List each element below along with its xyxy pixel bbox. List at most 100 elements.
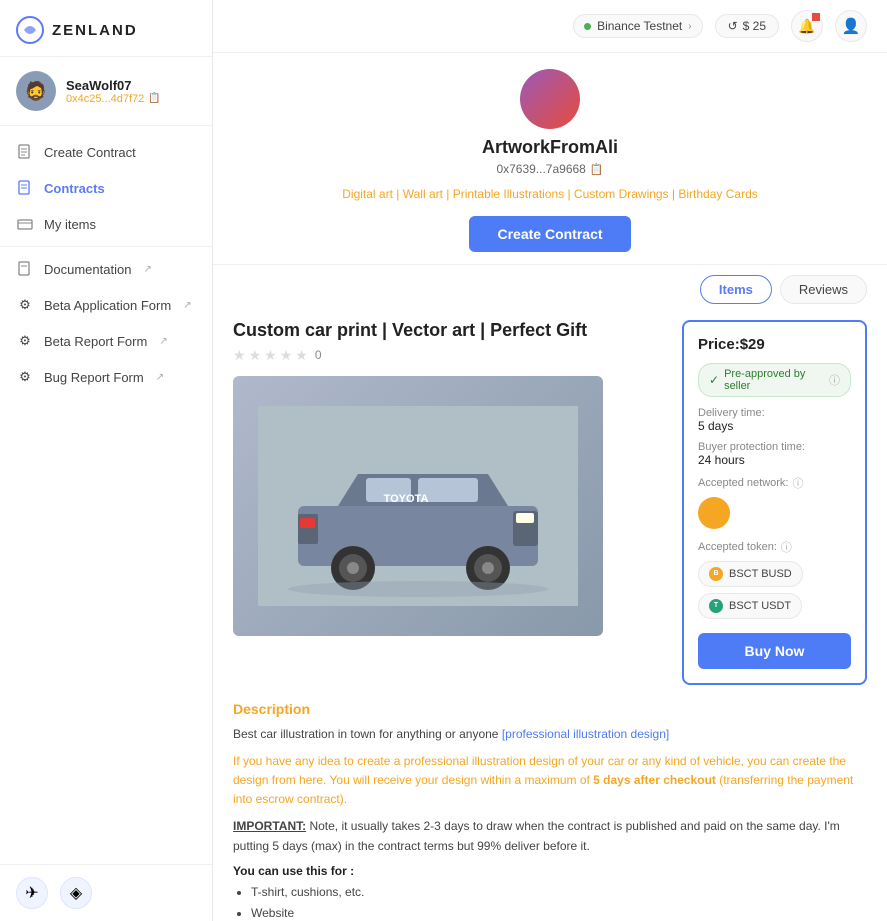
sidebar-item-label: Documentation [44, 262, 131, 277]
star-rating: ★ ★ ★ ★ ★ 0 [233, 347, 662, 364]
token-busd-chip[interactable]: B BSCT BUSD [698, 561, 803, 587]
telegram-icon-btn[interactable]: ✈ [16, 877, 48, 909]
item-title: Custom car print | Vector art | Perfect … [233, 320, 662, 341]
avatar: 🧔 [16, 71, 56, 111]
topbar: Binance Testnet › ↺ $ 25 🔔 👤 [213, 0, 887, 53]
sidebar-item-beta-report[interactable]: ⚙ Beta Report Form ↗ [0, 323, 212, 359]
profile-name: ArtworkFromAli [482, 137, 618, 158]
sidebar-item-beta-application[interactable]: ⚙ Beta Application Form ↗ [0, 287, 212, 323]
token-usdt-label: BSCT USDT [729, 600, 791, 612]
sidebar-item-contracts[interactable]: Contracts [0, 170, 212, 206]
logo: ZENLAND [0, 0, 212, 57]
logo-text: ZENLAND [52, 22, 138, 39]
network-section-label: Accepted network: ⓘ [698, 475, 851, 491]
desc-link1[interactable]: [professional illustration design] [502, 727, 669, 741]
star-2: ★ [249, 347, 262, 364]
list-item: T-shirt, cushions, etc. [251, 882, 867, 904]
external-link-icon: ↗ [143, 264, 151, 275]
delivery-value: 5 days [698, 419, 851, 433]
info-icon[interactable]: ⓘ [829, 372, 840, 388]
external-link-icon: ↗ [156, 372, 164, 383]
network-info-icon[interactable]: ⓘ [793, 475, 804, 491]
buyer-protection-label: Buyer protection time: [698, 441, 851, 453]
token-info-icon[interactable]: ⓘ [781, 539, 792, 555]
network-name: Binance Testnet [597, 19, 682, 33]
gear-icon: ⚙ [16, 296, 34, 314]
balance-amount: $ 25 [743, 19, 766, 33]
tab-reviews[interactable]: Reviews [780, 275, 867, 304]
busd-icon: B [709, 567, 723, 581]
notifications-button[interactable]: 🔔 [791, 10, 823, 42]
docs-icon [16, 260, 34, 278]
profile-address: 0x7639...7a9668 📋 [496, 162, 603, 176]
svg-text:TOYOTA: TOYOTA [384, 493, 429, 505]
preapproved-text: Pre-approved by seller [724, 368, 822, 392]
sidebar-item-my-items[interactable]: My items [0, 206, 212, 242]
preapproved-badge: ✓ Pre-approved by seller ⓘ [698, 363, 851, 397]
description-text2: If you have any idea to create a profess… [233, 752, 867, 810]
sidebar-item-bug-report[interactable]: ⚙ Bug Report Form ↗ [0, 359, 212, 395]
create-contract-button[interactable]: Create Contract [469, 216, 630, 252]
profile-avatar [520, 69, 580, 129]
price-label: Price:$29 [698, 336, 851, 353]
my-items-icon [16, 215, 34, 233]
description-title: Description [233, 701, 867, 717]
price-panel: Price:$29 ✓ Pre-approved by seller ⓘ Del… [682, 320, 867, 685]
user-address: 0x4c25...4d7f72 📋 [66, 93, 161, 105]
important-label: IMPORTANT: [233, 819, 306, 833]
network-badge[interactable]: Binance Testnet › [573, 14, 703, 38]
sidebar-item-label: My items [44, 217, 96, 232]
sidebar-item-create-contract[interactable]: Create Contract [0, 134, 212, 170]
buyer-protection-value: 24 hours [698, 453, 851, 467]
external-link-icon: ↗ [159, 336, 167, 347]
nav-divider [0, 246, 212, 247]
star-1: ★ [233, 347, 246, 364]
token-section-label: Accepted token: ⓘ [698, 539, 851, 555]
item-image: TOYOTA [233, 376, 603, 636]
sidebar-item-label: Beta Application Form [44, 298, 171, 313]
sidebar-item-label: Contracts [44, 181, 105, 196]
user-section: 🧔 SeaWolf07 0x4c25...4d7f72 📋 [0, 57, 212, 126]
use-for-title: You can use this for : [233, 864, 867, 878]
car-illustration: TOYOTA [258, 406, 578, 606]
description-important: IMPORTANT: Note, it usually takes 2-3 da… [233, 817, 867, 855]
token-usdt-chip[interactable]: T BSCT USDT [698, 593, 802, 619]
use-list: T-shirt, cushions, etc. Website Wall art… [233, 882, 867, 921]
check-icon: ✓ [709, 373, 719, 387]
sidebar: ZENLAND 🧔 SeaWolf07 0x4c25...4d7f72 📋 Cr… [0, 0, 213, 921]
sidebar-bottom: ✈ ◈ [0, 864, 212, 921]
list-item: Website [251, 903, 867, 921]
logo-icon [16, 16, 44, 44]
sidebar-item-label: Beta Report Form [44, 334, 147, 349]
account-button[interactable]: 👤 [835, 10, 867, 42]
profile-header: ArtworkFromAli 0x7639...7a9668 📋 Digital… [213, 53, 887, 265]
document-icon [16, 143, 34, 161]
item-right: Price:$29 ✓ Pre-approved by seller ⓘ Del… [682, 320, 867, 685]
token-busd-label: BSCT BUSD [729, 568, 792, 580]
item-section: Custom car print | Vector art | Perfect … [213, 304, 887, 701]
gear-icon-3: ⚙ [16, 368, 34, 386]
item-left: Custom car print | Vector art | Perfect … [233, 320, 662, 636]
buy-now-button[interactable]: Buy Now [698, 633, 851, 669]
external-link-icon: ↗ [183, 300, 191, 311]
tabs-row: Items Reviews [213, 265, 887, 304]
tab-items[interactable]: Items [700, 275, 772, 304]
delivery-row: Delivery time: 5 days [698, 407, 851, 433]
sidebar-item-label: Bug Report Form [44, 370, 144, 385]
nav-section: Create Contract Contracts My items Docum… [0, 126, 212, 864]
copy-address-icon[interactable]: 📋 [590, 163, 604, 176]
user-name: SeaWolf07 [66, 78, 161, 93]
discord-icon-btn[interactable]: ◈ [60, 877, 92, 909]
sync-icon: ↺ [728, 19, 738, 33]
star-3: ★ [264, 347, 277, 364]
gear-icon-2: ⚙ [16, 332, 34, 350]
chevron-right-icon: › [688, 21, 691, 32]
balance-button[interactable]: ↺ $ 25 [715, 14, 779, 38]
profile-tags: Digital art | Wall art | Printable Illus… [342, 184, 758, 206]
rating-count: 0 [315, 348, 322, 362]
star-5: ★ [295, 347, 308, 364]
sidebar-item-documentation[interactable]: Documentation ↗ [0, 251, 212, 287]
usdt-icon: T [709, 599, 723, 613]
network-status-dot [584, 23, 591, 30]
user-info: SeaWolf07 0x4c25...4d7f72 📋 [66, 78, 161, 105]
